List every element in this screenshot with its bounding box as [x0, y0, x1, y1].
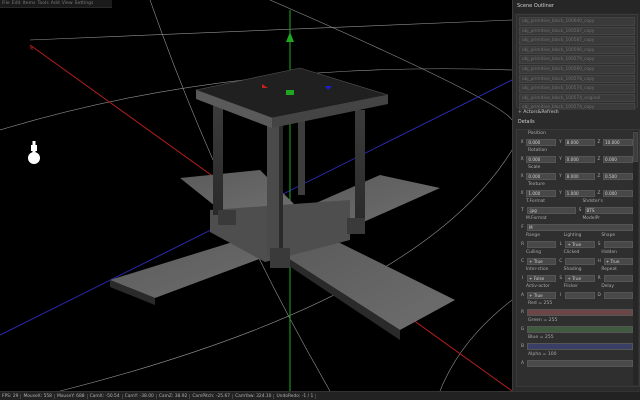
outliner-item[interactable]: obj_primitive_block_100640_copy	[519, 17, 635, 26]
hidden-toggle[interactable]: + True	[603, 258, 633, 265]
details-title: Details	[518, 120, 535, 125]
menu-items[interactable]: Items	[23, 1, 36, 6]
modelpr-label: ModelPr	[582, 216, 601, 221]
interaction-toggle[interactable]: + False	[527, 275, 557, 282]
clicked-toggle[interactable]	[565, 258, 595, 265]
activ-actor-label: Activ-actor	[526, 284, 550, 289]
outliner-item[interactable]: obj_primitive_block_100560_copy	[519, 64, 635, 74]
activ-actor-toggle[interactable]: + True	[527, 292, 557, 299]
menu-edit[interactable]: Edit	[12, 1, 21, 6]
delay-field[interactable]	[603, 292, 633, 299]
texture-z-field[interactable]: 0.000	[602, 190, 633, 197]
red-label: Red = 255	[528, 301, 553, 306]
scale-x-field[interactable]: 0.000	[526, 173, 557, 180]
position-label: Position	[528, 131, 546, 136]
outliner-item[interactable]: obj_primitive_block_100587_copy	[519, 26, 635, 36]
scene-outliner-title: Scene Outliner	[513, 0, 640, 13]
mformat-label: M.Format	[526, 216, 547, 221]
repeat-toggle[interactable]	[603, 275, 633, 282]
lighting-toggle[interactable]: + True	[565, 241, 595, 248]
details-panel: Position X 0.000 Y 8.000 Z 10.000 Rotation …	[516, 129, 640, 387]
menu-add[interactable]: Add	[51, 1, 60, 6]
outliner-item[interactable]: obj_primitive_block_100578_copy	[519, 74, 635, 84]
shader-label: Shdster's	[582, 199, 603, 204]
actors-refresh-button[interactable]: + Actors&Refresh	[516, 110, 638, 118]
status-cam-yaw: CamYaw: 324.10	[235, 393, 275, 399]
rotation-x-field[interactable]: 0.000	[526, 156, 557, 163]
menu-view[interactable]: View	[62, 1, 73, 6]
status-bar: FPS: 29 MouseX: 558 MouseY: 688 CamX: -5…	[0, 391, 640, 400]
position-y-field[interactable]: 8.000	[564, 139, 595, 146]
scene-outliner-list[interactable]: obj_primitive_block_100640_copy obj_prim…	[516, 14, 638, 112]
flicker-label: Flicker	[563, 284, 578, 289]
position-x-field[interactable]: 0.000	[526, 139, 557, 146]
status-cam-y: CamY: -38.00	[125, 393, 157, 399]
lighting-label: Lighting	[563, 233, 582, 238]
flicker-field[interactable]	[565, 292, 595, 299]
clicked-label: Clicked	[563, 250, 580, 255]
status-fps: FPS: 29	[2, 393, 22, 399]
texture-x-field[interactable]: 1.000	[526, 190, 557, 197]
texture-y-field[interactable]: 1.000	[564, 190, 595, 197]
status-undo-redo: UndoRedo: -1 / 1	[276, 393, 317, 399]
tformat-label: T.Format	[526, 199, 546, 204]
menu-bar: File Edit Items Tools Add View Settings	[0, 0, 112, 8]
outliner-item[interactable]: obj_primitive_block_100590_copy	[519, 45, 635, 55]
menu-file[interactable]: File	[2, 1, 10, 6]
position-z-field[interactable]: 10.000	[602, 139, 633, 146]
gizmo-center[interactable]	[286, 90, 294, 95]
shader-field[interactable]: BTS	[584, 207, 633, 214]
menu-settings[interactable]: Settings	[75, 1, 94, 6]
green-slider[interactable]	[527, 326, 633, 333]
culling-toggle[interactable]: + True	[527, 258, 557, 265]
status-cam-z: CamZ: 38.92	[159, 393, 191, 399]
scale-z-field[interactable]: 0.500	[602, 173, 633, 180]
outliner-item[interactable]: obj_primitive_block_100574_original	[519, 93, 635, 103]
details-scrollbar-track[interactable]	[633, 131, 638, 385]
outliner-item[interactable]: obj_primitive_block_100579_copy	[519, 55, 635, 64]
f-field-label: F	[521, 225, 524, 230]
range-field[interactable]	[527, 241, 557, 248]
alpha-label: Alpha = 100	[528, 352, 557, 357]
model-field[interactable]: M	[527, 224, 633, 231]
interaction-label: Inter-ction	[526, 267, 549, 272]
scale-y-field[interactable]: 8.000	[564, 173, 595, 180]
scale-label: Scale	[528, 165, 541, 170]
details-scrollbar-thumb[interactable]	[633, 132, 638, 162]
shape-field[interactable]	[603, 241, 633, 248]
3d-viewport[interactable]: ×	[0, 0, 512, 391]
origin-marker: ×	[29, 45, 34, 52]
blue-slider[interactable]	[527, 343, 633, 350]
tformat-field[interactable]: .jpg	[527, 207, 576, 214]
texture-label: Texture	[528, 182, 545, 187]
side-panel: Scene Outliner obj_primitive_block_10064…	[512, 0, 640, 391]
viewport-canvas[interactable]: ×	[0, 0, 512, 391]
rotation-y-field[interactable]: 0.000	[564, 156, 595, 163]
shape-label: Shape	[601, 233, 616, 238]
status-cam-pitch: CamPitch: -25.67	[192, 393, 234, 399]
rotation-label: Rotation	[528, 148, 548, 153]
status-mouse-y: MouseY: 688	[57, 393, 88, 399]
rotation-z-field[interactable]: 0.000	[602, 156, 633, 163]
status-cam-x: CamX: -50.54	[90, 393, 123, 399]
hidden-label: Hidden	[601, 250, 617, 255]
outliner-item[interactable]: obj_primitive_block_100574_copy	[519, 84, 635, 93]
repeat-label: Repeat	[601, 267, 617, 272]
outliner-item[interactable]: obj_primitive_block_100587_copy	[519, 36, 635, 45]
range-label: Range	[526, 233, 540, 238]
alpha-slider[interactable]	[527, 360, 633, 367]
shading-label: Shading	[563, 267, 582, 272]
red-slider[interactable]	[527, 309, 633, 316]
shading-toggle[interactable]: + True	[565, 275, 595, 282]
culling-label: Culling	[526, 250, 542, 255]
green-label: Green = 255	[528, 318, 558, 323]
status-mouse-x: MouseX: 558	[23, 393, 55, 399]
delay-label: Delay	[601, 284, 614, 289]
menu-tools[interactable]: Tools	[37, 1, 48, 6]
blue-label: Blue = 255	[528, 335, 554, 340]
